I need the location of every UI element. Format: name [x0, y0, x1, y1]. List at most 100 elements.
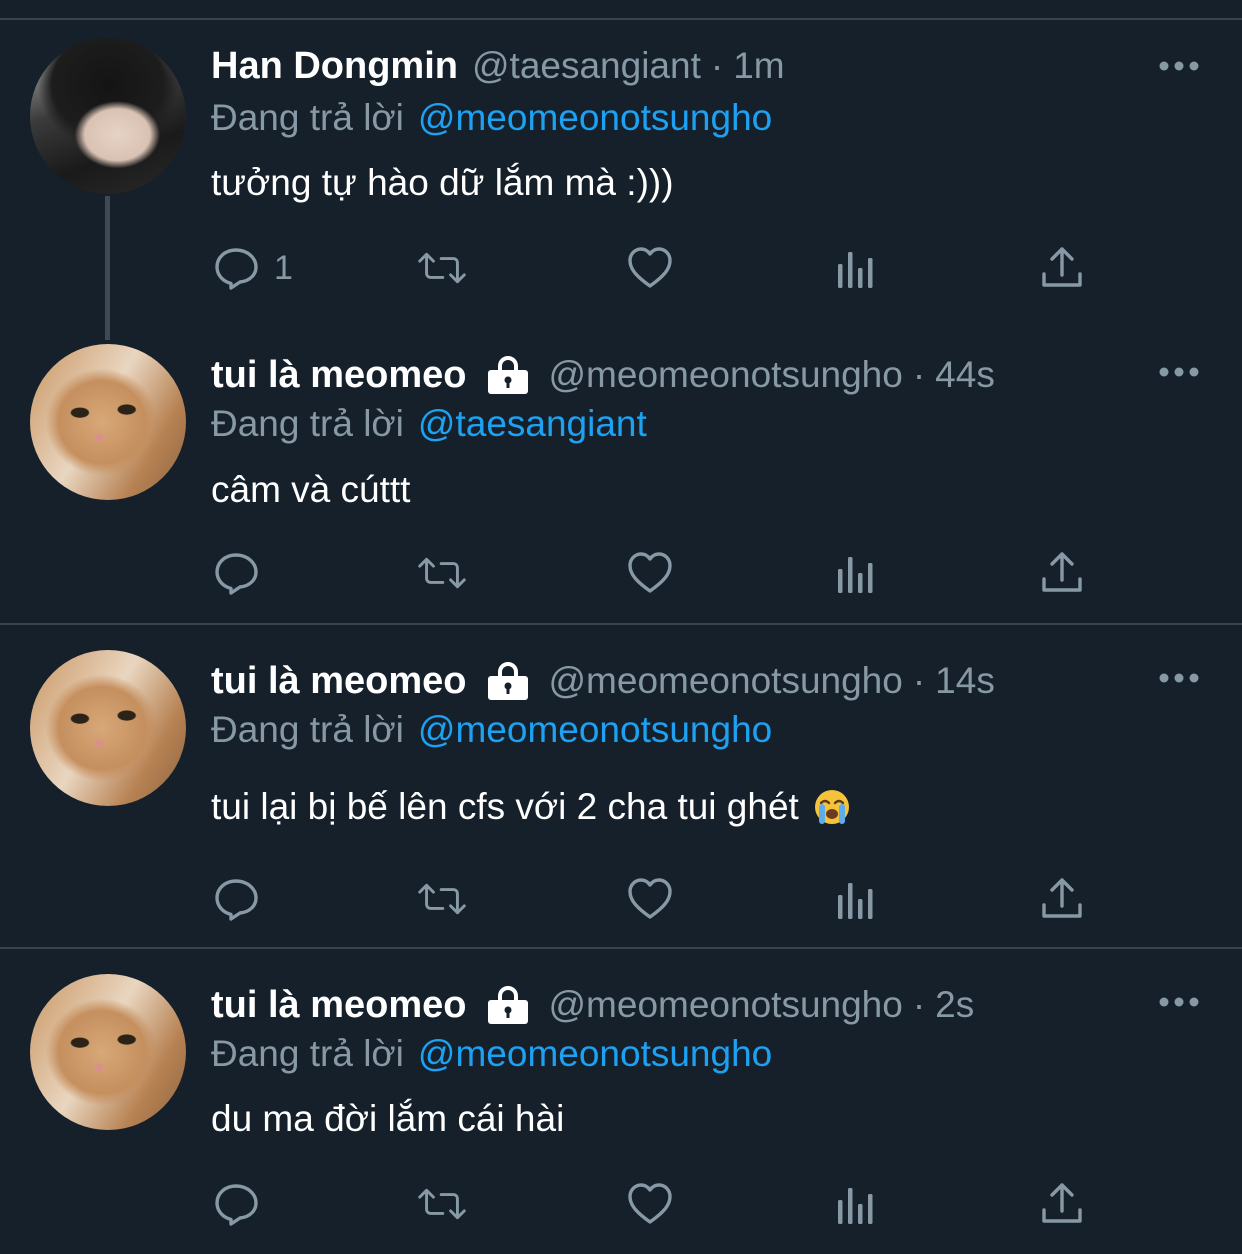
tweet-actions: [0, 1179, 1242, 1229]
like-button[interactable]: [626, 548, 674, 598]
analytics-button[interactable]: [833, 243, 881, 293]
timestamp[interactable]: 14s: [935, 660, 995, 702]
retweet-button[interactable]: [418, 1179, 466, 1229]
reply-icon: [212, 244, 260, 292]
reply-mention-link[interactable]: @meomeonotsungho: [418, 97, 772, 139]
lock-icon: [487, 662, 529, 700]
retweet-icon: [418, 1180, 466, 1228]
timestamp[interactable]: 2s: [935, 984, 974, 1026]
share-icon: [1038, 1180, 1086, 1228]
tweet-header: tui là meomeo @meomeonotsungho · 44s: [211, 350, 995, 400]
more-options-icon[interactable]: [1158, 995, 1200, 1009]
retweet-button[interactable]: [418, 874, 466, 924]
separator: ·: [912, 984, 926, 1025]
tweet-header: tui là meomeo @meomeonotsungho · 14s: [211, 656, 995, 706]
replying-to: Đang trả lời @meomeonotsungho: [211, 1030, 772, 1078]
like-icon: [626, 875, 674, 923]
like-icon: [626, 549, 674, 597]
reply-mention-link[interactable]: @meomeonotsungho: [418, 709, 772, 751]
more-options-icon[interactable]: [1158, 59, 1200, 73]
reply-icon: [212, 875, 260, 923]
display-name[interactable]: tui là meomeo: [211, 984, 467, 1027]
replying-to-label: Đang trả lời: [211, 709, 404, 750]
analytics-icon: [833, 875, 881, 923]
lock-icon: [487, 986, 529, 1024]
reply-button[interactable]: [212, 548, 260, 598]
share-icon: [1038, 875, 1086, 923]
avatar[interactable]: [30, 344, 186, 500]
tweet-actions: 1: [0, 243, 1242, 293]
display-name[interactable]: tui là meomeo: [211, 354, 467, 397]
retweet-icon: [418, 244, 466, 292]
tweet-text-content: câm và cúttt: [211, 469, 411, 510]
share-button[interactable]: [1038, 874, 1086, 924]
display-name[interactable]: Han Dongmin: [211, 45, 458, 88]
tweet[interactable]: tui là meomeo @meomeonotsungho · 44s Đan…: [0, 340, 1242, 623]
replying-to: Đang trả lời @taesangiant: [211, 400, 647, 448]
tweet-actions: [0, 874, 1242, 924]
timestamp[interactable]: 44s: [935, 354, 995, 396]
tweet-header: tui là meomeo @meomeonotsungho · 2s: [211, 980, 974, 1030]
share-button[interactable]: [1038, 548, 1086, 598]
user-handle[interactable]: @taesangiant: [472, 45, 701, 87]
avatar[interactable]: [30, 650, 186, 806]
replying-to: Đang trả lời @meomeonotsungho: [211, 706, 772, 754]
like-button[interactable]: [626, 243, 674, 293]
reply-mention-link[interactable]: @taesangiant: [418, 403, 647, 445]
reply-button[interactable]: [212, 1179, 260, 1229]
display-name[interactable]: tui là meomeo: [211, 660, 467, 703]
avatar[interactable]: [30, 38, 186, 194]
tweet-text-content: tui lại bị bế lên cfs với 2 cha tui ghét: [211, 786, 799, 827]
tweet-text-content: du ma đời lắm cái hài: [211, 1098, 565, 1139]
tweet-thread: Han Dongmin @taesangiant · 1m Đang trả l…: [0, 0, 1242, 1254]
separator: ·: [912, 354, 926, 395]
user-handle[interactable]: @meomeonotsungho: [549, 984, 903, 1026]
like-button[interactable]: [626, 1179, 674, 1229]
tweet-text: tưởng tự hào dữ lắm mà :))): [211, 158, 674, 208]
like-icon: [626, 244, 674, 292]
reply-count: 1: [274, 248, 293, 287]
reply-icon: [212, 549, 260, 597]
tweet[interactable]: tui là meomeo @meomeonotsungho · 2s Đang…: [0, 949, 1242, 1254]
tweet-text: tui lại bị bế lên cfs với 2 cha tui ghét: [211, 782, 851, 832]
analytics-button[interactable]: [833, 874, 881, 924]
more-options-icon[interactable]: [1158, 671, 1200, 685]
reply-button[interactable]: 1: [212, 243, 293, 293]
user-handle[interactable]: @meomeonotsungho: [549, 660, 903, 702]
analytics-button[interactable]: [833, 548, 881, 598]
analytics-button[interactable]: [833, 1179, 881, 1229]
retweet-icon: [418, 875, 466, 923]
share-button[interactable]: [1038, 1179, 1086, 1229]
replying-to-label: Đang trả lời: [211, 97, 404, 138]
tweet-text-content: tưởng tự hào dữ lắm mà :))): [211, 162, 674, 203]
reply-button[interactable]: [212, 874, 260, 924]
avatar[interactable]: [30, 974, 186, 1130]
user-handle[interactable]: @meomeonotsungho: [549, 354, 903, 396]
loudly-crying-face-emoji: [813, 788, 851, 826]
analytics-icon: [833, 1180, 881, 1228]
retweet-button[interactable]: [418, 243, 466, 293]
replying-to-label: Đang trả lời: [211, 1033, 404, 1074]
analytics-icon: [833, 549, 881, 597]
like-button[interactable]: [626, 874, 674, 924]
tweet-actions: [0, 548, 1242, 598]
like-icon: [626, 1180, 674, 1228]
tweet-header: Han Dongmin @taesangiant · 1m: [211, 41, 785, 91]
analytics-icon: [833, 244, 881, 292]
separator: ·: [710, 45, 724, 86]
lock-icon: [487, 356, 529, 394]
retweet-button[interactable]: [418, 548, 466, 598]
tweet-text: du ma đời lắm cái hài: [211, 1094, 564, 1144]
timestamp[interactable]: 1m: [733, 45, 784, 87]
tweet[interactable]: Han Dongmin @taesangiant · 1m Đang trả l…: [0, 0, 1242, 340]
reply-mention-link[interactable]: @meomeonotsungho: [418, 1033, 772, 1075]
retweet-icon: [418, 549, 466, 597]
share-icon: [1038, 244, 1086, 292]
tweet[interactable]: tui là meomeo @meomeonotsungho · 14s Đan…: [0, 625, 1242, 947]
share-button[interactable]: [1038, 243, 1086, 293]
separator: ·: [912, 660, 926, 701]
share-icon: [1038, 549, 1086, 597]
more-options-icon[interactable]: [1158, 365, 1200, 379]
tweet-text: câm và cúttt: [211, 465, 410, 515]
reply-icon: [212, 1180, 260, 1228]
